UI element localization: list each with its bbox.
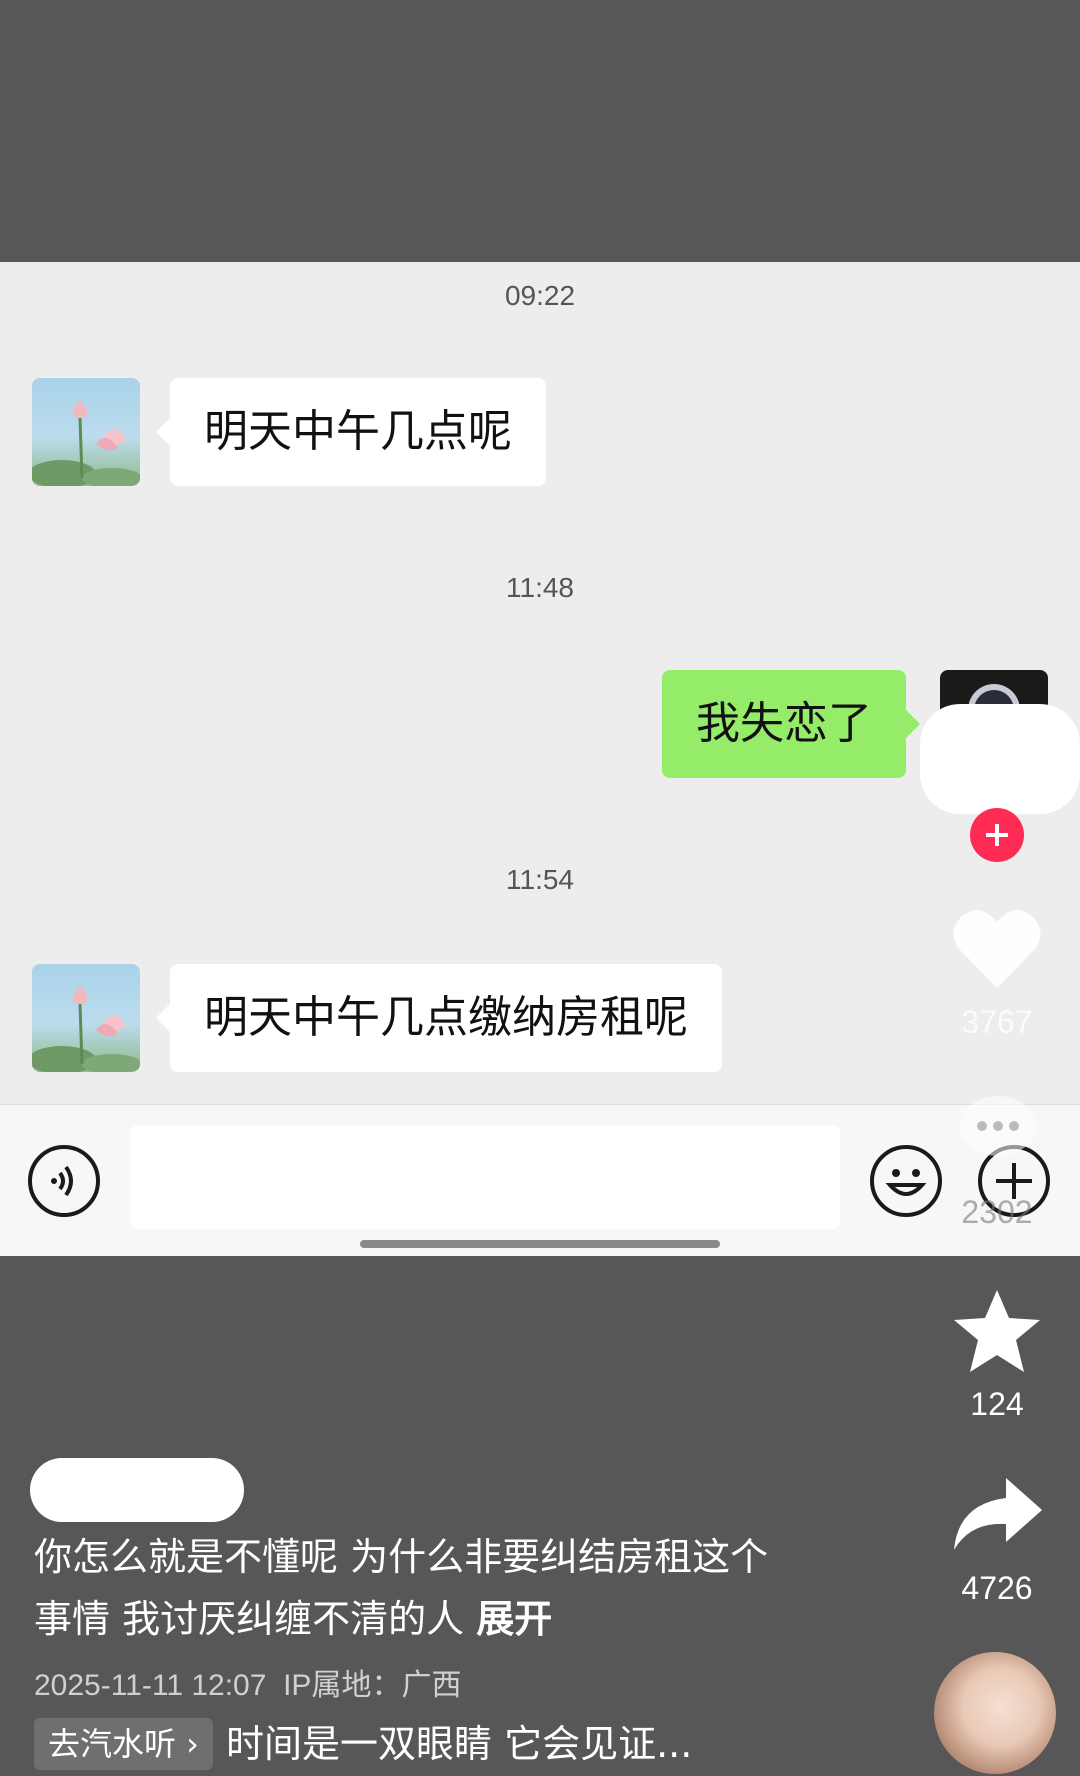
chat-timestamp: 11:48 bbox=[506, 572, 574, 603]
contact-avatar bbox=[32, 964, 140, 1072]
home-indicator bbox=[360, 1240, 720, 1248]
message-input[interactable] bbox=[130, 1125, 840, 1229]
message-bubble-incoming: 明天中午几点缴纳房租呢 bbox=[156, 964, 722, 1072]
share-count: 4726 bbox=[961, 1570, 1033, 1606]
message-bubble-outgoing: 我失恋了 bbox=[662, 670, 920, 778]
music-cover-avatar[interactable] bbox=[934, 1652, 1056, 1774]
share-icon[interactable] bbox=[950, 1474, 1044, 1554]
ip-location: IP属地：广西 bbox=[283, 1669, 462, 1702]
post-meta: 2025-11-11 12:07 IP属地：广西 bbox=[34, 1660, 461, 1704]
like-count: 3767 bbox=[961, 1004, 1033, 1040]
chat-timestamp: 11:54 bbox=[506, 864, 574, 895]
redaction-blob bbox=[920, 704, 1080, 814]
post-date: 2025-11-11 12:07 bbox=[34, 1669, 267, 1702]
comment-count: 2302 bbox=[961, 1194, 1033, 1230]
chat-timestamp: 09:22 bbox=[504, 280, 576, 311]
expand-link[interactable]: 展开 bbox=[476, 1597, 552, 1641]
music-title[interactable]: 时间是一双眼睛 它会见证... bbox=[226, 1718, 692, 1770]
caption-text: 事情 我讨厌纠缠不清的人 bbox=[34, 1597, 465, 1641]
chat-input-bar bbox=[0, 1104, 1080, 1256]
message-bubble-incoming: 明天中午几点呢 bbox=[156, 378, 546, 486]
contact-avatar bbox=[32, 378, 140, 486]
star-icon[interactable] bbox=[950, 1286, 1044, 1376]
music-app-tag[interactable]: 去汽水听 › bbox=[34, 1718, 213, 1770]
comment-icon[interactable] bbox=[956, 1092, 1040, 1168]
caption-line: 你怎么就是不懂呢 为什么非要纠结房租这个 bbox=[34, 1535, 769, 1579]
post-caption: 你怎么就是不懂呢 为什么非要纠结房租这个 事情 我讨厌纠缠不清的人 展开 bbox=[34, 1526, 834, 1650]
follow-button[interactable] bbox=[970, 808, 1024, 862]
video-top-area bbox=[0, 0, 1080, 262]
caption-line: 事情 我讨厌纠缠不清的人 展开 bbox=[34, 1588, 834, 1650]
voice-icon[interactable] bbox=[28, 1145, 100, 1217]
favorite-count: 124 bbox=[970, 1386, 1024, 1422]
author-name-redacted bbox=[30, 1458, 244, 1522]
heart-icon[interactable] bbox=[950, 904, 1044, 994]
